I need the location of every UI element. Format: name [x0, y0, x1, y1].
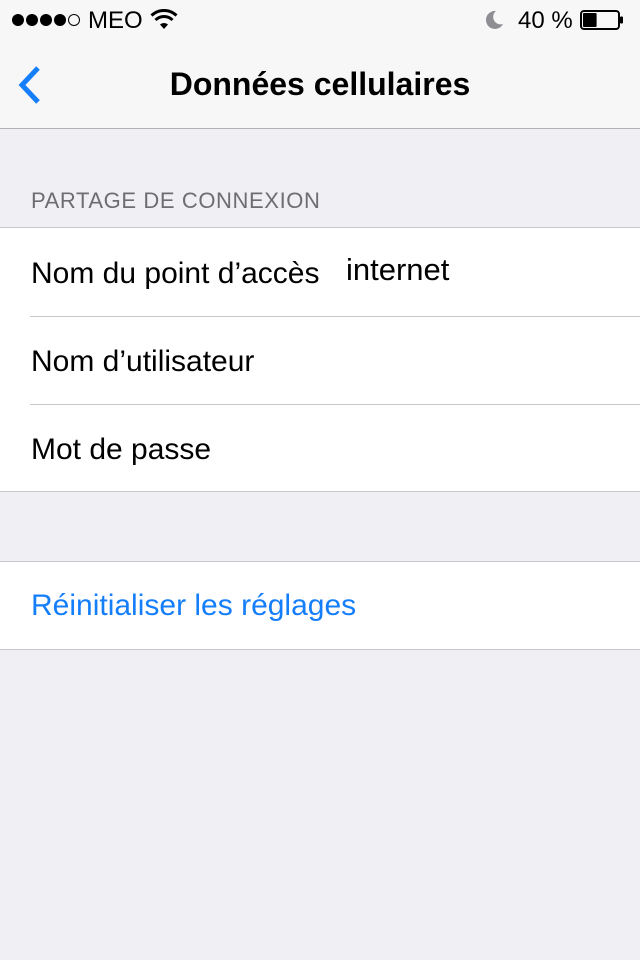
battery-icon: [580, 10, 623, 30]
wifi-icon: [150, 9, 178, 29]
page-title: Données cellulaires: [169, 66, 471, 102]
username-input[interactable]: [346, 340, 616, 380]
row-reset[interactable]: Réinitialiser les réglages: [0, 562, 640, 650]
row-access-point-name[interactable]: Nom du point d’accès: [0, 228, 640, 316]
reset-group: Réinitialiser les réglages: [0, 561, 640, 650]
apn-settings-group: Nom du point d’accès Nom d’utilisateur M…: [0, 227, 640, 492]
username-label: Nom d’utilisateur: [31, 345, 255, 378]
password-input[interactable]: [346, 428, 616, 468]
row-username[interactable]: Nom d’utilisateur: [0, 316, 640, 404]
carrier-name: MEO: [88, 7, 143, 34]
password-label: Mot de passe: [31, 433, 212, 466]
navigation-bar: Données cellulaires: [0, 40, 640, 129]
row-password[interactable]: Mot de passe: [0, 404, 640, 492]
access-point-name-input[interactable]: [346, 250, 616, 290]
battery-percentage: 40 %: [518, 7, 573, 34]
moon-icon: [485, 10, 503, 29]
status-bar: MEO 40 %: [0, 0, 640, 40]
signal-strength-icon: [12, 13, 82, 27]
access-point-name-label: Nom du point d’accès: [31, 257, 320, 290]
reset-settings-button[interactable]: Réinitialiser les réglages: [31, 588, 356, 624]
section-header: PARTAGE DE CONNEXION: [31, 188, 321, 213]
